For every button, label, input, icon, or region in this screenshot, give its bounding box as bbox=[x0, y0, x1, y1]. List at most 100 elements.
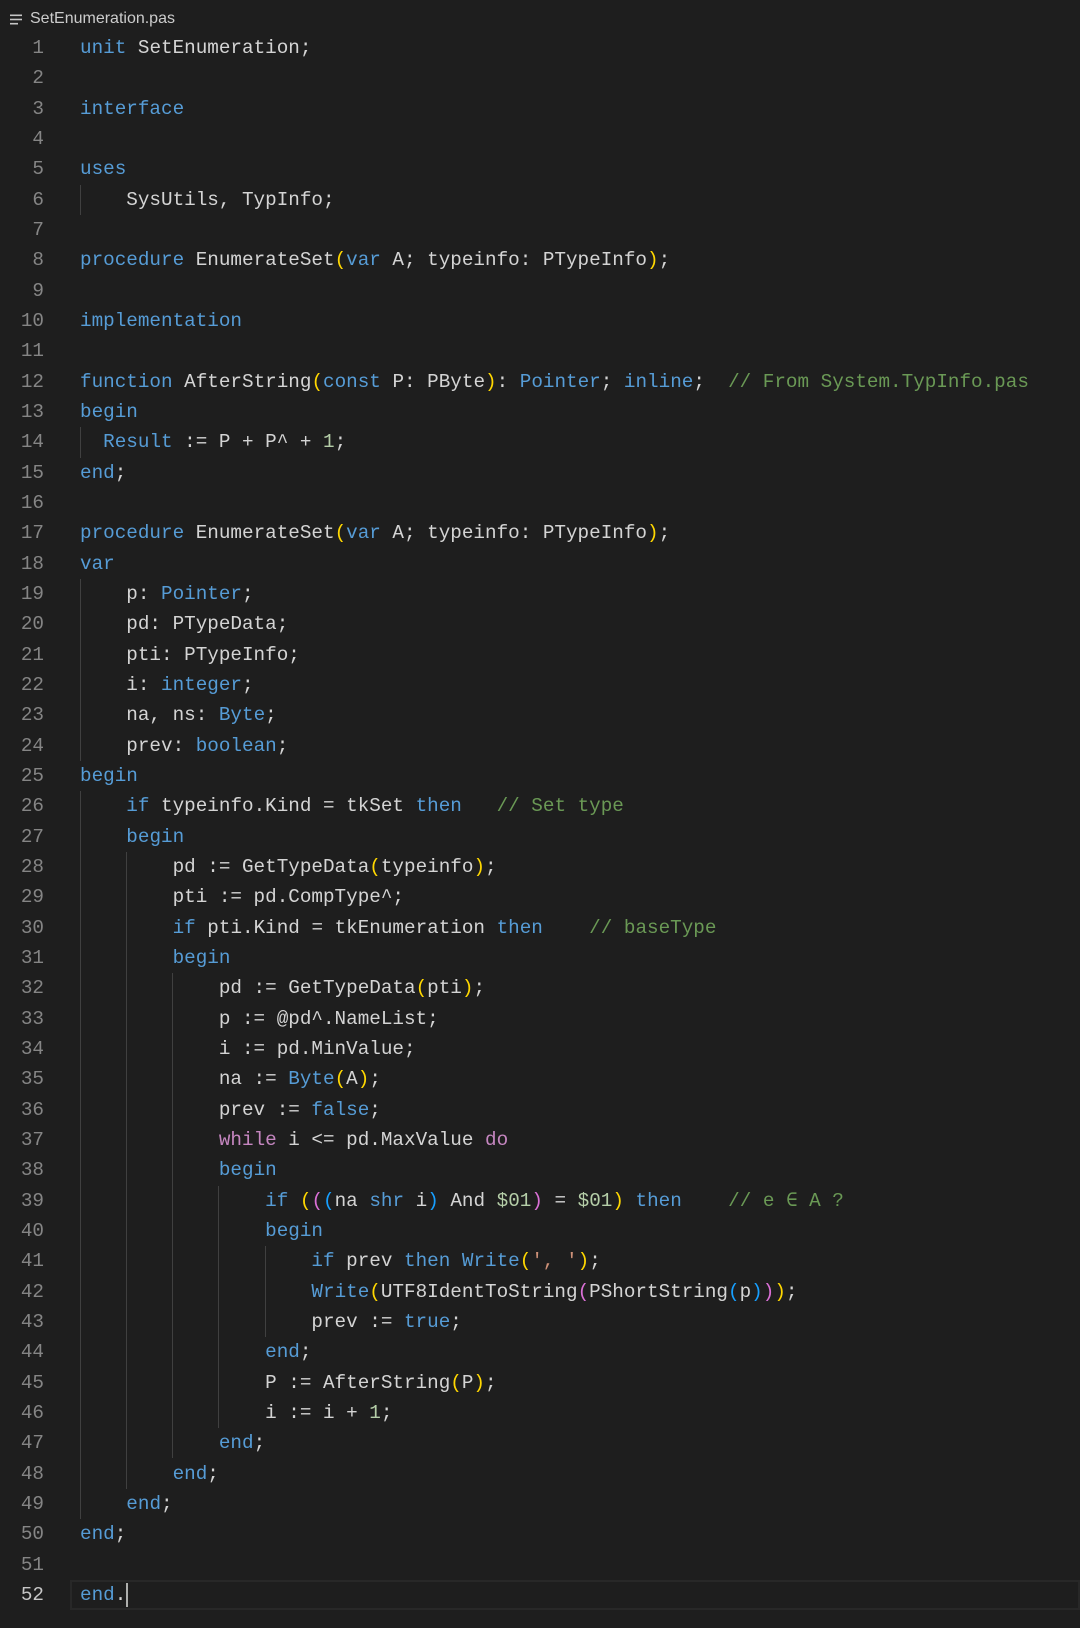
code-line[interactable]: 43 prev := true; bbox=[0, 1307, 1080, 1337]
keyword-token: interface bbox=[80, 97, 185, 120]
code-text: typeinfo bbox=[380, 855, 474, 878]
code-line[interactable]: 5 uses bbox=[0, 154, 1080, 184]
code-line[interactable]: 31 begin bbox=[0, 943, 1080, 973]
code-line[interactable]: 42 Write(UTF8IdentToString(PShortString(… bbox=[0, 1277, 1080, 1307]
code-text: A; typeinfo: PTypeInfo bbox=[380, 249, 647, 272]
code-line[interactable]: 7 bbox=[0, 215, 1080, 245]
comment-token: // e ∈ A ? bbox=[728, 1189, 844, 1212]
code-line[interactable]: 9 bbox=[0, 276, 1080, 306]
code-line[interactable]: 32 pd := GetTypeData(pti); bbox=[0, 973, 1080, 1003]
line-number: 11 bbox=[20, 340, 44, 363]
code-content: i := pd.MinValue; bbox=[80, 1034, 416, 1064]
code-line[interactable]: 4 bbox=[0, 124, 1080, 154]
keyword-token: end bbox=[172, 1462, 208, 1485]
code-line[interactable]: 8 procedure EnumerateSet(var A; typeinfo:… bbox=[0, 245, 1080, 275]
code-line[interactable]: 36 prev := false; bbox=[0, 1095, 1080, 1125]
code-line[interactable]: 2 bbox=[0, 63, 1080, 93]
code-line[interactable]: 34 i := pd.MinValue; bbox=[0, 1034, 1080, 1064]
code-line[interactable]: 39 if (((na shr i) And $01) = $01) then … bbox=[0, 1186, 1080, 1216]
code-line[interactable]: 3 interface bbox=[0, 94, 1080, 124]
code-line[interactable]: 16 bbox=[0, 488, 1080, 518]
code-line[interactable]: 45 P := AfterString(P); bbox=[0, 1368, 1080, 1398]
code-text: ; bbox=[369, 1068, 381, 1091]
code-content: var bbox=[80, 549, 115, 579]
code-line[interactable]: 26 if typeinfo.Kind = tkSet then // Set … bbox=[0, 791, 1080, 821]
code-line[interactable]: 20 pd: PTypeData; bbox=[0, 609, 1080, 639]
code-line[interactable]: 10 implementation bbox=[0, 306, 1080, 336]
code-line[interactable]: 37 while i <= pd.MaxValue do bbox=[0, 1125, 1080, 1155]
code-line[interactable]: 51 bbox=[0, 1550, 1080, 1580]
bracket-token: ( bbox=[450, 1371, 462, 1394]
code-content: P := AfterString(P); bbox=[80, 1368, 496, 1398]
code-text: UTF8IdentToString bbox=[380, 1280, 578, 1303]
code-line[interactable]: 19 p: Pointer; bbox=[0, 579, 1080, 609]
line-number: 47 bbox=[20, 1432, 44, 1455]
code-line[interactable]: 14 Result := P + P^ + 1; bbox=[0, 427, 1080, 457]
code-text: AfterString bbox=[172, 370, 312, 393]
keyword-token: true bbox=[403, 1310, 451, 1333]
code-text: SysUtils, TypInfo; bbox=[80, 188, 335, 211]
line-number: 38 bbox=[20, 1159, 44, 1182]
code-line[interactable]: 17 procedure EnumerateSet(var A; typeinfo… bbox=[0, 518, 1080, 548]
code-line[interactable]: 27 begin bbox=[0, 822, 1080, 852]
bracket-token: ) bbox=[473, 855, 486, 878]
code-text: ; bbox=[114, 1523, 127, 1546]
code-line[interactable]: 50 end; bbox=[0, 1519, 1080, 1549]
code-line[interactable]: 21 pti: PTypeInfo; bbox=[0, 640, 1080, 670]
line-number: 34 bbox=[20, 1037, 44, 1060]
code-line[interactable]: 25 begin bbox=[0, 761, 1080, 791]
code-text: ; bbox=[207, 1462, 219, 1485]
line-number: 5 bbox=[32, 158, 44, 181]
code-line[interactable]: 30 if pti.Kind = tkEnumeration then // b… bbox=[0, 913, 1080, 943]
code-line[interactable]: 33 p := @pd^.NameList; bbox=[0, 1004, 1080, 1034]
code-text: ; bbox=[589, 1250, 601, 1273]
code-line[interactable]: 12 function AfterString(const P: PByte): … bbox=[0, 367, 1080, 397]
keyword-token: var bbox=[346, 522, 381, 545]
code-line[interactable]: 15 end; bbox=[0, 458, 1080, 488]
code-line[interactable]: 6 SysUtils, TypInfo; bbox=[0, 185, 1080, 215]
code-line[interactable]: 40 begin bbox=[0, 1216, 1080, 1246]
line-number: 14 bbox=[20, 431, 44, 454]
code-line[interactable]: 49 end; bbox=[0, 1489, 1080, 1519]
code-line[interactable]: 46 i := i + 1; bbox=[0, 1398, 1080, 1428]
code-text: pd: PTypeData; bbox=[80, 613, 289, 636]
code-line[interactable]: 44 end; bbox=[0, 1337, 1080, 1367]
code-text: EnumerateSet bbox=[184, 249, 335, 272]
comment-token: // Set type bbox=[496, 795, 624, 818]
code-line[interactable]: 29 pti := pd.CompType^; bbox=[0, 882, 1080, 912]
code-line[interactable]: 48 end; bbox=[0, 1459, 1080, 1489]
keyword-token: Write bbox=[461, 1250, 520, 1273]
line-number: 20 bbox=[20, 613, 44, 636]
lines-icon bbox=[10, 14, 22, 25]
code-line[interactable]: 13 begin bbox=[0, 397, 1080, 427]
code-editor[interactable]: 1 unit SetEnumeration; 2 3 interface 4 5 uses 6 … bbox=[0, 33, 1080, 1611]
keyword-token: Pointer bbox=[519, 370, 601, 393]
code-line[interactable]: 22 i: integer; bbox=[0, 670, 1080, 700]
code-line[interactable]: 1 unit SetEnumeration; bbox=[0, 33, 1080, 63]
code-line[interactable]: 38 begin bbox=[0, 1155, 1080, 1185]
number-token: 1 bbox=[323, 431, 335, 454]
bracket-token: ) bbox=[751, 1280, 763, 1303]
code-line[interactable]: 28 pd := GetTypeData(typeinfo); bbox=[0, 852, 1080, 882]
code-line[interactable]: 41 if prev then Write(', '); bbox=[0, 1246, 1080, 1276]
line-number: 29 bbox=[20, 886, 44, 909]
code-line[interactable]: 35 na := Byte(A); bbox=[0, 1064, 1080, 1094]
code-line[interactable]: 23 na, ns: Byte; bbox=[0, 700, 1080, 730]
code-line[interactable]: 24 prev: boolean; bbox=[0, 731, 1080, 761]
code-text: prev: bbox=[80, 734, 196, 757]
code-line[interactable]: 52 end. bbox=[0, 1580, 1080, 1610]
control-keyword-token: do bbox=[485, 1128, 509, 1151]
code-line[interactable]: 47 end; bbox=[0, 1428, 1080, 1458]
keyword-token: shr bbox=[369, 1189, 405, 1212]
code-content: end; bbox=[80, 1428, 265, 1458]
code-line[interactable]: 18 var bbox=[0, 549, 1080, 579]
code-line[interactable]: 11 bbox=[0, 336, 1080, 366]
breadcrumb-file-name[interactable]: SetEnumeration.pas bbox=[30, 9, 175, 29]
code-content: prev := true; bbox=[80, 1307, 461, 1337]
line-number: 40 bbox=[20, 1219, 44, 1242]
line-number: 18 bbox=[20, 552, 44, 575]
